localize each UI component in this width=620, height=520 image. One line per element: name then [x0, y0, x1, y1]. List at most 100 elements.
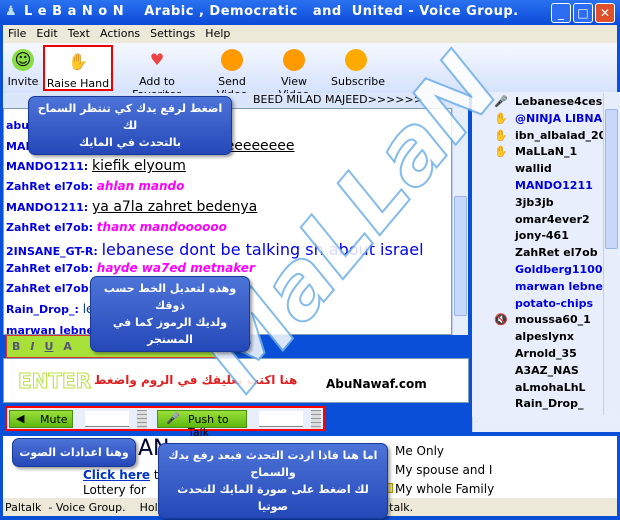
add-to-favorites-button[interactable]: ♥Add to Favorites: [115, 45, 199, 101]
chat-nick[interactable]: ZahRet el7ob:: [6, 262, 93, 275]
chat-message: ZahRet el7ob: ahlan mando: [6, 179, 449, 200]
chat-nick[interactable]: ZahRet el7ob:: [6, 282, 93, 295]
underline-button[interactable]: U: [44, 340, 53, 353]
voice-controls: ◀ Mute 🎤 Push to Talk: [5, 406, 325, 439]
chat-text: ya a7la zahret bedenya: [92, 199, 258, 215]
ad-options: Me Only My spouse and I My whole Family: [381, 442, 494, 499]
input-hint: هنا اكتب تعليقك في الروم واضغط: [94, 373, 298, 387]
toolbar: ☺Invite ✋Raise Hand ♥Add to Favorites Se…: [3, 43, 617, 101]
ad-link[interactable]: Click here: [83, 468, 150, 482]
ad-option[interactable]: Me Only: [381, 442, 494, 461]
user-list-item[interactable]: ✋ MaLLaN_1: [472, 145, 604, 162]
user-list-item[interactable]: Goldberg1100: [472, 263, 604, 280]
user-list-item[interactable]: A3AZ_NAS: [472, 364, 604, 381]
invite-button[interactable]: ☺ Invite: [7, 45, 39, 91]
user-list-item[interactable]: alpeslynx: [472, 330, 604, 347]
callout-sound: وهنا اعدادات الصوت: [12, 438, 136, 467]
microphone-icon: 🎤: [494, 95, 508, 108]
ad-option[interactable]: My whole Family: [381, 480, 494, 499]
hand-icon: ✋: [494, 111, 508, 125]
user-list-item[interactable]: MANDO1211: [472, 179, 604, 196]
chat-nick[interactable]: abu: [6, 119, 29, 132]
user-list-item[interactable]: omar4ever2: [472, 213, 604, 230]
menu-settings[interactable]: Settings: [145, 25, 200, 42]
chat-text: hayde wa7ed metnaker: [96, 260, 255, 275]
chat-text: lebanese dont be talking sh about israel: [101, 240, 424, 259]
webcam-up-icon: [345, 49, 367, 71]
chat-scroll-thumb[interactable]: [454, 196, 467, 316]
user-list-item[interactable]: wallid: [472, 162, 604, 179]
message-input[interactable]: ENTER هنا اكتب تعليقك في الروم واضغط Abu…: [3, 358, 469, 403]
mute-button[interactable]: ◀ Mute: [9, 410, 73, 428]
app-icon: ♟: [5, 4, 18, 19]
chat-nick[interactable]: 2INSANE_GT-R:: [6, 245, 98, 258]
menu-text[interactable]: Text: [63, 25, 95, 42]
hand-icon: ✋: [494, 128, 508, 142]
user-list-item[interactable]: marwan lebnen: [472, 280, 604, 297]
close-button[interactable]: ✕: [595, 3, 615, 23]
user-scroll-thumb[interactable]: [605, 109, 618, 249]
view-video-button[interactable]: View Video: [267, 45, 321, 101]
user-list-item[interactable]: Rain_Drop_: [472, 397, 604, 414]
heart-plus-icon: ♥: [149, 50, 165, 69]
italic-button[interactable]: I: [30, 340, 34, 353]
user-list-item[interactable]: 3jb3jb: [472, 196, 604, 213]
mic-volume-slider[interactable]: [259, 411, 303, 427]
font-button[interactable]: A: [63, 340, 72, 353]
menu-help[interactable]: Help: [200, 25, 235, 42]
chat-nick[interactable]: ZahRet el7ob:: [6, 221, 93, 234]
send-video-button[interactable]: Send Video: [203, 45, 261, 101]
chat-nick[interactable]: ZahRet el7ob:: [6, 180, 93, 193]
chat-text: thanx mandoooooo: [96, 219, 227, 234]
user-list-item[interactable]: ✋ ibn_albalad_20: [472, 129, 604, 146]
menu-edit[interactable]: Edit: [31, 25, 62, 42]
invite-icon: ☺: [12, 49, 34, 71]
bold-button[interactable]: B: [12, 340, 20, 353]
ad-option[interactable]: My spouse and I: [381, 461, 494, 480]
site-label: AbuNawaf.com: [326, 377, 427, 391]
chat-nick[interactable]: Rain_Drop_:: [6, 303, 79, 316]
ad-line1: Click here to: [83, 468, 166, 482]
user-list-item[interactable]: ✋ @NINJA LIBNAI: [472, 112, 604, 129]
chat-text: ahlan mando: [96, 178, 185, 193]
menu-file[interactable]: File: [3, 25, 31, 42]
chat-nick[interactable]: MANDO1211:: [6, 201, 88, 214]
user-list-item[interactable]: potato-chips: [472, 297, 604, 314]
callout-talk: اما هنا فاذا اردت التحدث فبعد رفع يدك وا…: [158, 443, 388, 519]
user-list-scrollbar[interactable]: [603, 93, 619, 415]
chat-message: MANDO1211: ya a7la zahret bedenya: [6, 199, 449, 220]
menu-actions[interactable]: Actions: [95, 25, 145, 42]
speaker-level-meter: [137, 410, 147, 429]
callout-raise-hand: اضغط لرفع يدك كي تنتظر السماح لك بالتحدث …: [28, 96, 232, 155]
user-list-item[interactable]: ZahRet el7ob: [472, 246, 604, 263]
maximize-button[interactable]: □: [573, 3, 593, 23]
webcam-icon: [283, 49, 305, 71]
user-list: 🎤 Lebanese4ces ✋ @NINJA LIBNAI ✋ ibn_albalad_…: [472, 92, 620, 432]
enter-label: ENTER: [17, 369, 92, 394]
user-list-item[interactable]: Arnold_35: [472, 347, 604, 364]
subscribe-button[interactable]: Subscribe: [331, 45, 385, 91]
window-title: L e B a N o N Arabic , Democratic and Un…: [24, 4, 519, 19]
menu-bar: File Edit Text Actions Settings Help: [3, 25, 617, 43]
user-list-item[interactable]: 🎤 Lebanese4ces: [472, 95, 604, 112]
raise-hand-button[interactable]: ✋ Raise Hand: [43, 45, 113, 91]
chat-scrollbar[interactable]: [452, 108, 468, 335]
chat-message: MANDO1211: kiefik elyoum: [6, 158, 449, 179]
chat-text: kiefik elyoum: [92, 158, 186, 174]
user-list-hscrollbar[interactable]: [472, 417, 620, 432]
hand-icon: ✋: [68, 52, 88, 71]
user-list-item[interactable]: aLmohaLhL: [472, 381, 604, 398]
chat-message: 2INSANE_GT-R: lebanese dont be talking s…: [6, 240, 449, 261]
microphone-icon: 🎤: [166, 412, 180, 425]
chat-nick[interactable]: MANDO1211:: [6, 160, 88, 173]
push-to-talk-button[interactable]: 🎤 Push to Talk: [157, 410, 247, 439]
speaker-icon: ◀: [16, 412, 25, 425]
title-bar: ♟ L e B a N o N Arabic , Democratic and …: [0, 0, 620, 25]
speaker-volume-slider[interactable]: [85, 411, 129, 427]
callout-font: وهذه لتعديل الخط حسب ذوقك ولديك الرموز كم…: [90, 276, 250, 352]
user-list-item[interactable]: jony-461: [472, 229, 604, 246]
minimize-button[interactable]: _: [551, 3, 571, 23]
user-list-item[interactable]: 🔇 moussa60_1: [472, 313, 604, 330]
chat-message: ZahRet el7ob: thanx mandoooooo: [6, 220, 449, 241]
hand-icon: ✋: [494, 145, 508, 159]
